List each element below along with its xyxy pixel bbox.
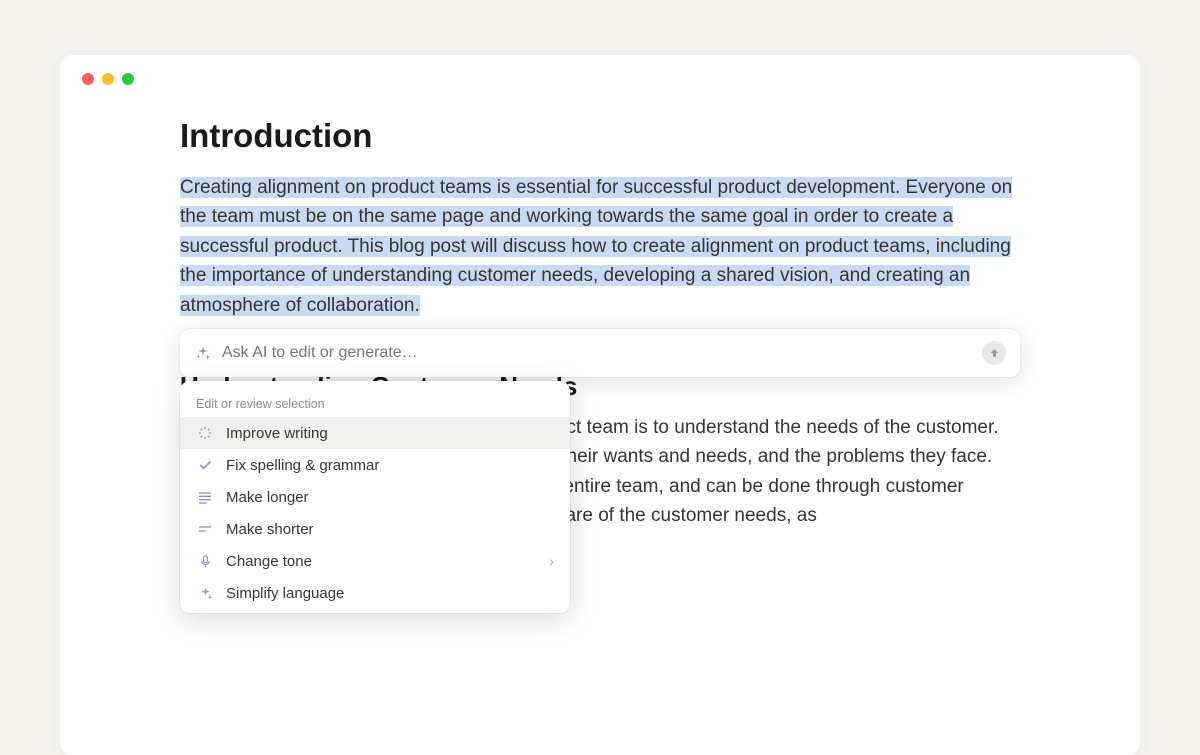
menu-item-label: Fix spelling & grammar xyxy=(226,457,554,474)
menu-item-label: Make shorter xyxy=(226,521,554,538)
chevron-right-icon: › xyxy=(549,553,554,569)
close-window-button[interactable] xyxy=(82,73,94,85)
document-paragraph[interactable]: Creating alignment on product teams is e… xyxy=(180,173,1020,320)
lines-short-icon xyxy=(196,520,214,538)
microphone-icon xyxy=(196,552,214,570)
menu-item-label: Change tone xyxy=(226,553,537,570)
menu-item-make-longer[interactable]: Make longer xyxy=(180,481,570,513)
submit-button[interactable] xyxy=(982,341,1006,365)
maximize-window-button[interactable] xyxy=(122,73,134,85)
menu-item-improve-writing[interactable]: Improve writing xyxy=(180,417,570,449)
sparkle-icon xyxy=(196,584,214,602)
selected-text[interactable]: Creating alignment on product teams is e… xyxy=(180,177,1012,316)
ai-prompt-bar[interactable] xyxy=(180,329,1020,377)
sparkle-burst-icon xyxy=(196,424,214,442)
document-title[interactable]: Introduction xyxy=(180,117,1020,155)
menu-item-label: Improve writing xyxy=(226,425,554,442)
window-traffic-lights xyxy=(60,55,1140,85)
ai-actions-menu: Edit or review selection Improve writing… xyxy=(180,381,570,613)
app-window: Introduction Creating alignment on produ… xyxy=(60,55,1140,755)
document-content: Introduction Creating alignment on produ… xyxy=(60,85,1140,320)
menu-item-change-tone[interactable]: Change tone › xyxy=(180,545,570,577)
menu-item-label: Simplify language xyxy=(226,585,554,602)
menu-item-simplify-language[interactable]: Simplify language xyxy=(180,577,570,609)
sparkle-icon xyxy=(194,344,212,362)
menu-item-label: Make longer xyxy=(226,489,554,506)
menu-section-header: Edit or review selection xyxy=(180,389,570,417)
menu-item-make-shorter[interactable]: Make shorter xyxy=(180,513,570,545)
minimize-window-button[interactable] xyxy=(102,73,114,85)
ai-prompt-input[interactable] xyxy=(222,344,972,362)
check-icon xyxy=(196,456,214,474)
lines-long-icon xyxy=(196,488,214,506)
menu-item-fix-spelling[interactable]: Fix spelling & grammar xyxy=(180,449,570,481)
